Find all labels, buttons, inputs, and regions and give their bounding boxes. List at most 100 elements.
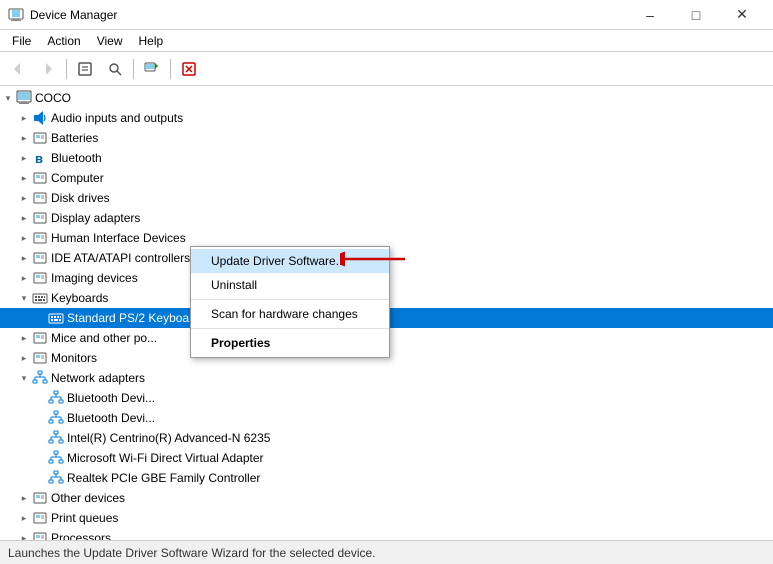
context-menu-separator [191, 299, 389, 300]
tree-icon-bluetooth: ʙ [32, 150, 48, 166]
tree-label-hid: Human Interface Devices [51, 228, 186, 248]
tree-expand-diskdrives[interactable]: ▸ [16, 190, 32, 206]
tree-label-realtek: Realtek PCIe GBE Family Controller [67, 468, 260, 488]
maximize-button[interactable]: □ [673, 0, 719, 30]
tree-expand-display[interactable]: ▸ [16, 210, 32, 226]
menu-bar: File Action View Help [0, 30, 773, 52]
tree-item-diskdrives[interactable]: ▸ Disk drives [0, 188, 773, 208]
minimize-button[interactable]: – [627, 0, 673, 30]
tree-item-bt1[interactable]: Bluetooth Devi... [0, 388, 773, 408]
tree-icon-keyboard [32, 290, 48, 306]
scan-button[interactable] [101, 55, 129, 83]
tree-item-batteries[interactable]: ▸ Batteries [0, 128, 773, 148]
tree-icon-device [32, 130, 48, 146]
menu-file[interactable]: File [4, 30, 39, 52]
svg-text:ʙ: ʙ [35, 151, 43, 166]
tree-no-expand [32, 450, 48, 466]
tree-expand-keyboards[interactable]: ▾ [16, 290, 32, 306]
tree-expand-computer[interactable]: ▸ [16, 170, 32, 186]
tree-expand-print[interactable]: ▸ [16, 510, 32, 526]
status-bar: Launches the Update Driver Software Wiza… [0, 540, 773, 564]
tree-expand-batteries[interactable]: ▸ [16, 130, 32, 146]
tree-label-display: Display adapters [51, 208, 140, 228]
tree-label-imaging: Imaging devices [51, 268, 138, 288]
tree-label-ide: IDE ATA/ATAPI controllers [51, 248, 190, 268]
tree-item-hid[interactable]: ▸ Human Interface Devices [0, 228, 773, 248]
tree-icon-device [32, 250, 48, 266]
tree-label-bluetooth: Bluetooth [51, 148, 102, 168]
tree-label-batteries: Batteries [51, 128, 98, 148]
tree-expand-mice[interactable]: ▸ [16, 330, 32, 346]
tree-no-expand [32, 310, 48, 326]
tree-item-other[interactable]: ▸ Other devices [0, 488, 773, 508]
tree-expand-other[interactable]: ▸ [16, 490, 32, 506]
tree-icon-device [32, 490, 48, 506]
tree-item-wifi[interactable]: Microsoft Wi-Fi Direct Virtual Adapter [0, 448, 773, 468]
tree-icon-device [32, 350, 48, 366]
tree-item-audio[interactable]: ▸ Audio inputs and outputs [0, 108, 773, 128]
context-menu-item-properties[interactable]: Properties [191, 331, 389, 355]
tree-icon-device [32, 190, 48, 206]
tree-icon-device [32, 330, 48, 346]
tree-item-display[interactable]: ▸ Display adapters [0, 208, 773, 228]
tree-icon-network [48, 410, 64, 426]
tree-label-intel: Intel(R) Centrino(R) Advanced-N 6235 [67, 428, 270, 448]
tree-item-computer[interactable]: ▸ Computer [0, 168, 773, 188]
tree-item-realtek[interactable]: Realtek PCIe GBE Family Controller [0, 468, 773, 488]
back-button[interactable] [4, 55, 32, 83]
tree-icon-device [32, 270, 48, 286]
uninstall-button[interactable] [175, 55, 203, 83]
tree-icon-device [32, 530, 48, 540]
tree-label-other: Other devices [51, 488, 125, 508]
tree-item-coco[interactable]: ▾ COCO [0, 88, 773, 108]
tree-expand-hid[interactable]: ▸ [16, 230, 32, 246]
toolbar-separator-1 [66, 59, 67, 79]
properties-button[interactable] [71, 55, 99, 83]
tree-label-monitors: Monitors [51, 348, 97, 368]
tree-item-bt2[interactable]: Bluetooth Devi... [0, 408, 773, 428]
tree-label-keyboards: Keyboards [51, 288, 108, 308]
tree-icon-device [32, 230, 48, 246]
tree-item-processors[interactable]: ▸ Processors [0, 528, 773, 540]
tree-label-bt2: Bluetooth Devi... [67, 408, 155, 428]
tree-label-coco: COCO [35, 88, 71, 108]
tree-label-bt1: Bluetooth Devi... [67, 388, 155, 408]
tree-label-wifi: Microsoft Wi-Fi Direct Virtual Adapter [67, 448, 264, 468]
menu-help[interactable]: Help [131, 30, 172, 52]
tree-label-computer: Computer [51, 168, 104, 188]
tree-item-network[interactable]: ▾ Network adapters [0, 368, 773, 388]
tree-expand-bluetooth[interactable]: ▸ [16, 150, 32, 166]
context-menu-item-scan[interactable]: Scan for hardware changes [191, 302, 389, 326]
tree-item-print[interactable]: ▸ Print queues [0, 508, 773, 528]
tree-icon-sound [32, 110, 48, 126]
tree-no-expand [32, 430, 48, 446]
tree-item-intel[interactable]: Intel(R) Centrino(R) Advanced-N 6235 [0, 428, 773, 448]
menu-view[interactable]: View [89, 30, 131, 52]
close-button[interactable]: ✕ [719, 0, 765, 30]
context-menu-item-uninstall[interactable]: Uninstall [191, 273, 389, 297]
tree-label-diskdrives: Disk drives [51, 188, 110, 208]
tree-expand-monitors[interactable]: ▸ [16, 350, 32, 366]
tree-icon-keyboard [48, 310, 64, 326]
forward-button[interactable] [34, 55, 62, 83]
tree-expand-processors[interactable]: ▸ [16, 530, 32, 540]
tree-expand-imaging[interactable]: ▸ [16, 270, 32, 286]
tree-no-expand [32, 470, 48, 486]
update-driver-button[interactable] [138, 55, 166, 83]
tree-label-network: Network adapters [51, 368, 145, 388]
tree-item-bluetooth[interactable]: ▸ ʙ Bluetooth [0, 148, 773, 168]
tree-expand-ide[interactable]: ▸ [16, 250, 32, 266]
tree-expand-audio[interactable]: ▸ [16, 110, 32, 126]
tree-icon-computer [16, 90, 32, 106]
menu-action[interactable]: Action [39, 30, 88, 52]
toolbar-separator-3 [170, 59, 171, 79]
context-menu-item-update[interactable]: Update Driver Software... [191, 249, 389, 273]
toolbar [0, 52, 773, 86]
window-controls: – □ ✕ [627, 0, 765, 30]
tree-expand-network[interactable]: ▾ [16, 370, 32, 386]
tree-icon-network [48, 470, 64, 486]
tree-label-processors: Processors [51, 528, 111, 540]
tree-expand-coco[interactable]: ▾ [0, 90, 16, 106]
toolbar-separator-2 [133, 59, 134, 79]
tree-label-mice: Mice and other po... [51, 328, 157, 348]
